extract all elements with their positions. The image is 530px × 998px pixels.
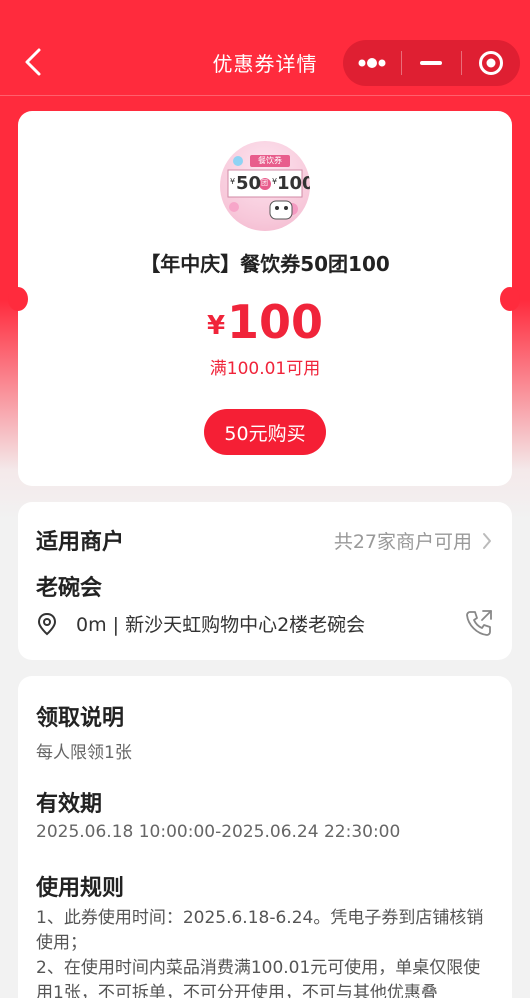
currency-symbol: ¥ bbox=[206, 311, 226, 341]
card-notch-left bbox=[8, 287, 28, 311]
thumb-price-b: 100 bbox=[277, 173, 310, 194]
rules-list: 1、此券使用时间：2025.6.18-6.24。凭电子券到店铺核销使用； 2、在… bbox=[36, 906, 496, 998]
close-button[interactable] bbox=[462, 40, 520, 86]
thumb-yen-a: ¥ bbox=[230, 177, 236, 186]
coupon-price: ¥100 bbox=[18, 295, 512, 349]
chevron-right-icon bbox=[483, 532, 491, 549]
navigation-bar: 优惠券详情 bbox=[0, 0, 530, 96]
thumb-price-a: 50 bbox=[236, 173, 262, 194]
thumb-tag: 餐饮券 bbox=[258, 156, 282, 165]
claim-text: 每人限领1张 bbox=[36, 743, 132, 763]
target-close-icon bbox=[478, 51, 503, 75]
rule-item: 1、此券使用时间：2025.6.18-6.24。凭电子券到店铺核销使用； bbox=[36, 908, 484, 953]
coupon-card: 餐饮券 ¥ 50 团 ¥ 100 【年中庆】餐饮券50团100 ¥100 满10… bbox=[18, 111, 512, 486]
buy-button[interactable]: 50元购买 bbox=[204, 409, 326, 455]
location-pin-icon bbox=[37, 612, 57, 635]
minus-icon bbox=[420, 61, 443, 65]
validity-text: 2025.06.18 10:00:00-2025.06.24 22:30:00 bbox=[36, 822, 401, 842]
card-notch-right bbox=[500, 287, 520, 311]
merchant-card: 适用商户 共27家商户可用 老碗会 0m | 新沙天虹购物中心2楼老碗会 bbox=[18, 502, 512, 660]
phone-icon bbox=[466, 610, 492, 636]
merchant-count-link[interactable]: 共27家商户可用 bbox=[334, 527, 492, 554]
mini-program-capsule bbox=[343, 40, 520, 86]
more-dots-icon bbox=[358, 58, 386, 68]
coupon-amount: 100 bbox=[227, 295, 324, 349]
more-button[interactable] bbox=[343, 40, 401, 86]
minimize-button[interactable] bbox=[402, 40, 460, 86]
coupon-title: 【年中庆】餐饮券50团100 bbox=[140, 252, 390, 276]
validity-title: 有效期 bbox=[36, 792, 103, 817]
merchant-address-row[interactable]: 0m | 新沙天虹购物中心2楼老碗会 bbox=[36, 610, 365, 637]
merchant-count-text: 共27家商户可用 bbox=[333, 531, 472, 553]
merchant-address: 0m | 新沙天虹购物中心2楼老碗会 bbox=[76, 614, 366, 636]
thumb-mid: 团 bbox=[261, 179, 268, 187]
merchant-name: 老碗会 bbox=[36, 576, 103, 601]
claim-title: 领取说明 bbox=[36, 706, 125, 731]
rules-title: 使用规则 bbox=[36, 876, 125, 901]
rule-item: 2、在使用时间内菜品消费满100.01元可使用，单桌仅限使用1张，不可拆单，不可… bbox=[36, 958, 481, 998]
coupon-thumbnail: 餐饮券 ¥ 50 团 ¥ 100 bbox=[220, 141, 310, 231]
coupon-condition: 满100.01可用 bbox=[209, 359, 321, 379]
details-card: 领取说明 每人限领1张 有效期 2025.06.18 10:00:00-2025… bbox=[18, 676, 512, 998]
call-button[interactable] bbox=[464, 608, 494, 638]
merchant-section-title: 适用商户 bbox=[36, 530, 125, 555]
